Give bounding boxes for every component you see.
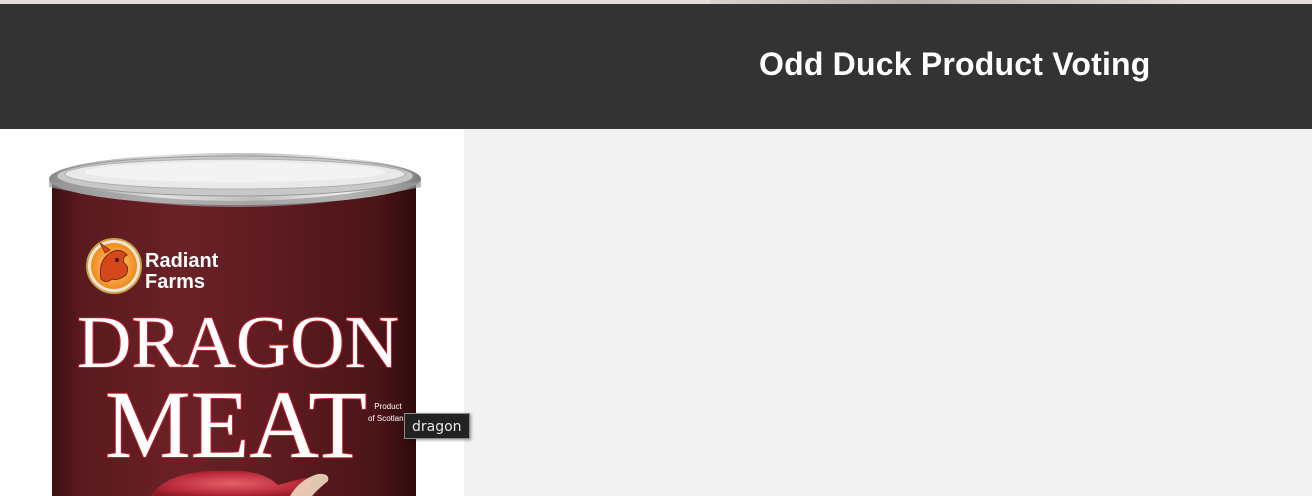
origin-line1: Product [374,402,402,411]
product-image-dragon[interactable]: Radiant Farms DRAGON MEAT Product of Sco… [0,129,464,496]
product-name-line2: MEAT [105,371,367,478]
page-header: Odd Duck Product Voting [0,4,1312,129]
main-content: Radiant Farms DRAGON MEAT Product of Sco… [0,129,1312,496]
brand-name-line2: Farms [145,271,205,293]
image-tooltip: dragon [404,413,470,439]
dragon-meat-can-image: Radiant Farms DRAGON MEAT Product of Sco… [49,153,421,496]
page-title: Odd Duck Product Voting [759,46,1151,82]
radiant-farms-logo [86,238,142,294]
brand-name-line1: Radiant [145,250,219,272]
origin-line2: of Scotland [368,414,408,423]
